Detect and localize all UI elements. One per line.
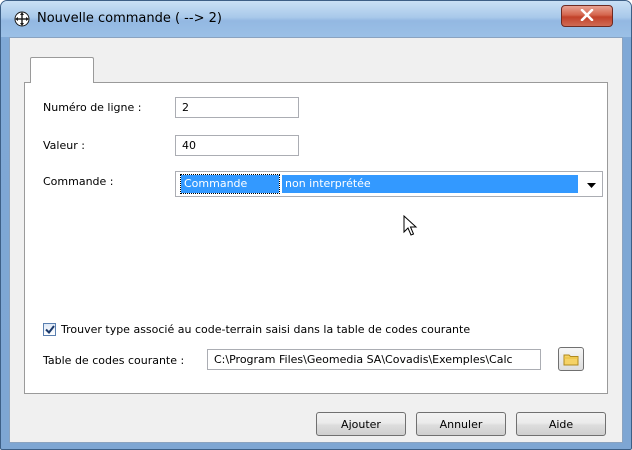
checkmark-icon xyxy=(44,325,55,334)
valeur-label: Valeur : xyxy=(43,139,85,152)
table-codes-label: Table de codes courante : xyxy=(43,354,185,367)
title-bar[interactable]: Nouvelle commande ( --> 2) xyxy=(1,1,631,37)
commande-label: Commande : xyxy=(43,175,114,188)
folder-icon xyxy=(563,354,579,365)
chevron-down-icon[interactable] xyxy=(584,180,598,190)
window-title: Nouvelle commande ( --> 2) xyxy=(37,11,222,26)
tab-general[interactable] xyxy=(30,57,94,83)
mouse-pointer-icon xyxy=(403,215,418,236)
close-icon xyxy=(580,8,594,24)
trouver-type-label[interactable]: Trouver type associé au code-terrain sai… xyxy=(61,323,470,336)
commande-dropdown[interactable]: Commande non interprétée xyxy=(175,171,603,197)
close-button[interactable] xyxy=(561,5,613,27)
commande-selected-description: non interprétée xyxy=(282,175,578,193)
numero-label: Numéro de ligne : xyxy=(43,101,142,114)
tab-panel: Numéro de ligne : 2 Valeur : 40 Commande… xyxy=(24,82,608,394)
dialog-window: Nouvelle commande ( --> 2) Numéro de lig… xyxy=(0,0,632,450)
aide-button[interactable]: Aide xyxy=(516,412,606,436)
dialog-client-area: Numéro de ligne : 2 Valeur : 40 Commande… xyxy=(9,37,623,443)
browse-button[interactable] xyxy=(558,347,584,371)
annuler-button[interactable]: Annuler xyxy=(416,412,506,436)
numero-field[interactable]: 2 xyxy=(175,97,299,118)
trouver-type-checkbox[interactable] xyxy=(43,323,56,336)
commande-selected-code: Commande xyxy=(180,174,280,194)
table-codes-field[interactable]: C:\Program Files\Geomedia SA\Covadis\Exe… xyxy=(207,349,541,370)
ajouter-button[interactable]: Ajouter xyxy=(316,412,406,436)
valeur-field[interactable]: 40 xyxy=(175,135,299,156)
move-cross-icon xyxy=(13,10,31,28)
